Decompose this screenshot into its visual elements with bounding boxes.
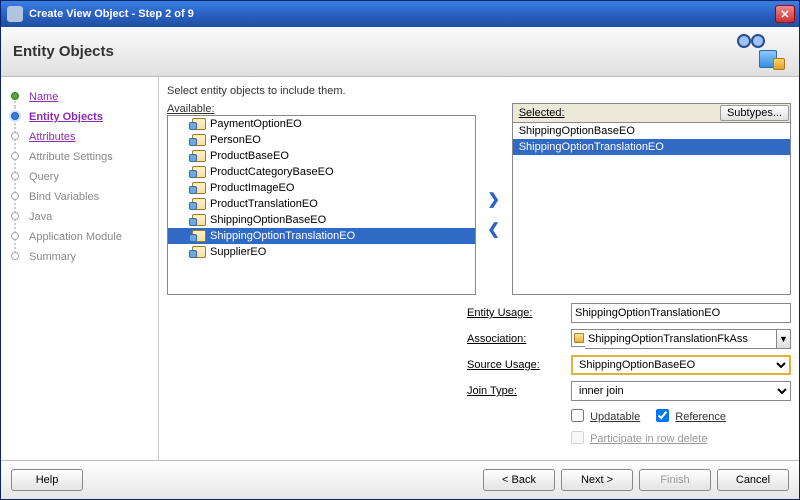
wizard-step-label: Attribute Settings: [29, 151, 113, 163]
wizard-step-label: Application Module: [29, 231, 122, 243]
wizard-step-label[interactable]: Entity Objects: [29, 111, 103, 123]
selected-label: Selected:: [513, 104, 719, 122]
wizard-step-label: Query: [29, 171, 59, 183]
join-type-select[interactable]: inner join: [571, 381, 791, 401]
entity-icon: [192, 118, 206, 130]
participate-checkbox: [571, 431, 584, 444]
available-item-label: ProductCategoryBaseEO: [210, 166, 334, 178]
available-item[interactable]: PaymentOptionEO: [168, 116, 475, 132]
wizard-step-6: Java: [1, 207, 154, 227]
selected-list[interactable]: ShippingOptionBaseEOShippingOptionTransl…: [512, 122, 791, 295]
entity-icon: [192, 166, 206, 178]
available-item-label: PersonEO: [210, 134, 261, 146]
page-header: Entity Objects: [1, 27, 799, 77]
entity-icon: [192, 150, 206, 162]
available-item-label: ProductImageEO: [210, 182, 294, 194]
available-item[interactable]: ProductCategoryBaseEO: [168, 164, 475, 180]
available-item[interactable]: ProductTranslationEO: [168, 196, 475, 212]
wizard-step-7: Application Module: [1, 227, 154, 247]
reference-checkbox[interactable]: [656, 409, 669, 422]
wizard-step-8: Summary: [1, 247, 154, 267]
wizard-step-label[interactable]: Name: [29, 91, 58, 103]
available-item-label: ShippingOptionBaseEO: [210, 214, 326, 226]
wizard-step-0[interactable]: Name: [1, 87, 154, 107]
window-title: Create View Object - Step 2 of 9: [29, 8, 775, 20]
wizard-step-label: Summary: [29, 251, 76, 263]
close-button[interactable]: ✕: [775, 5, 795, 23]
source-usage-select[interactable]: ShippingOptionBaseEO: [571, 355, 791, 375]
selected-item[interactable]: ShippingOptionBaseEO: [513, 123, 790, 139]
available-item[interactable]: ShippingOptionBaseEO: [168, 212, 475, 228]
entity-icon: [192, 134, 206, 146]
instruction-text: Select entity objects to include them.: [167, 85, 791, 97]
move-right-button[interactable]: ❯: [484, 190, 504, 208]
wizard-step-5: Bind Variables: [1, 187, 154, 207]
join-type-label: Join Type:: [467, 385, 563, 397]
participate-checkbox-label: Participate in row delete: [571, 429, 707, 445]
move-left-button[interactable]: ❮: [484, 220, 504, 238]
association-field[interactable]: [585, 329, 777, 349]
available-label: Available:: [167, 103, 476, 115]
available-item[interactable]: SupplierEO: [168, 244, 475, 260]
entity-usage-field[interactable]: [571, 303, 791, 323]
available-item[interactable]: ShippingOptionTranslationEO: [168, 228, 475, 244]
entity-usage-label: Entity Usage:: [467, 307, 563, 319]
available-item-label: SupplierEO: [210, 246, 266, 258]
entity-icon: [192, 246, 206, 258]
source-usage-label: Source Usage:: [467, 359, 563, 371]
app-icon: [7, 6, 23, 22]
entity-icon: [192, 230, 206, 242]
wizard-step-2[interactable]: Attributes: [1, 127, 154, 147]
title-bar: Create View Object - Step 2 of 9 ✕: [1, 1, 799, 27]
wizard-nav: Name Entity Objects Attributes Attribute Se…: [1, 77, 159, 460]
wizard-step-label[interactable]: Attributes: [29, 131, 75, 143]
next-button[interactable]: Next >: [561, 469, 633, 491]
subtypes-button[interactable]: Subtypes...: [720, 105, 789, 121]
association-label: Association:: [467, 333, 563, 345]
wizard-step-3: Attribute Settings: [1, 147, 154, 167]
cancel-button[interactable]: Cancel: [717, 469, 789, 491]
available-list[interactable]: PaymentOptionEO PersonEO ProductBaseEO Prod…: [167, 115, 476, 295]
updatable-checkbox-label[interactable]: Updatable: [571, 407, 640, 423]
association-dropdown-button[interactable]: ▼: [777, 329, 791, 349]
wizard-step-1[interactable]: Entity Objects: [1, 107, 154, 127]
available-item[interactable]: ProductBaseEO: [168, 148, 475, 164]
wizard-step-4: Query: [1, 167, 154, 187]
updatable-checkbox[interactable]: [571, 409, 584, 422]
entity-icon: [192, 214, 206, 226]
available-item-label: ShippingOptionTranslationEO: [210, 230, 355, 242]
entity-icon: [192, 198, 206, 210]
available-item[interactable]: PersonEO: [168, 132, 475, 148]
available-item-label: ProductBaseEO: [210, 150, 289, 162]
available-item[interactable]: ProductImageEO: [168, 180, 475, 196]
shuttle-controls: ❯ ❮: [482, 103, 506, 295]
help-button[interactable]: Help: [11, 469, 83, 491]
available-item-label: PaymentOptionEO: [210, 118, 302, 130]
header-decoration: [731, 32, 791, 72]
wizard-step-label: Bind Variables: [29, 191, 99, 203]
page-title: Entity Objects: [13, 43, 114, 60]
available-item-label: ProductTranslationEO: [210, 198, 318, 210]
reference-checkbox-label[interactable]: Reference: [656, 407, 726, 423]
finish-button[interactable]: Finish: [639, 469, 711, 491]
association-icon: [571, 329, 585, 347]
selected-item[interactable]: ShippingOptionTranslationEO: [513, 139, 790, 155]
back-button[interactable]: < Back: [483, 469, 555, 491]
wizard-step-label: Java: [29, 211, 52, 223]
entity-icon: [192, 182, 206, 194]
